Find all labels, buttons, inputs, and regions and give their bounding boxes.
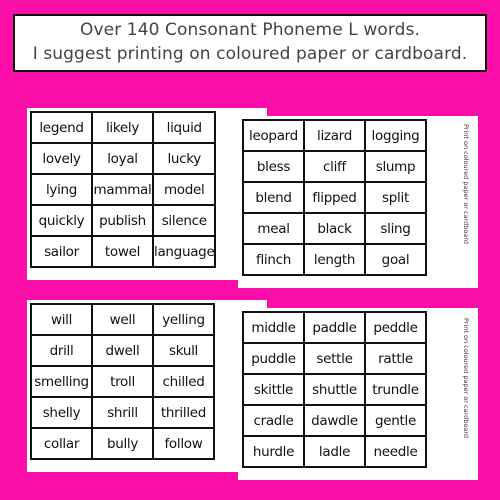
word-cell: length <box>303 243 366 276</box>
word-cell: thrilled <box>152 396 215 429</box>
table-row: skittle shuttle trundle <box>242 373 427 406</box>
word-cell: cliff <box>303 150 366 183</box>
word-card-4: middle paddle peddle puddle settle rattle sk… <box>238 308 478 480</box>
banner-line-2: I suggest printing on coloured paper or … <box>32 44 468 64</box>
word-cell: drill <box>30 334 93 367</box>
print-note: Print on coloured paper or cardboard <box>462 318 470 439</box>
word-cell: needle <box>364 435 427 468</box>
table-row: lovely loyal lucky <box>30 142 217 175</box>
word-cell: logging <box>364 119 427 152</box>
word-cell: legend <box>30 111 93 144</box>
word-cell: yelling <box>152 303 215 336</box>
table-row: hurdle ladle needle <box>242 435 427 468</box>
table-row: shelly shrill thrilled <box>30 396 215 429</box>
word-cell: quickly <box>30 204 93 237</box>
word-grid-3: will well yelling drill dwell skull smelling… <box>30 303 215 460</box>
word-cell: skittle <box>242 373 305 406</box>
table-row: blend flipped split <box>242 181 427 214</box>
word-cell: ladle <box>303 435 366 468</box>
table-row: meal black sling <box>242 212 427 245</box>
word-grid-1: legend likely liquid lovely loyal lucky lyin… <box>30 111 217 268</box>
word-cell: hurdle <box>242 435 305 468</box>
word-cell: leopard <box>242 119 305 152</box>
word-cell: dawdle <box>303 404 366 437</box>
print-note: Print on coloured paper or cardboard <box>462 124 470 245</box>
word-cell: shuttle <box>303 373 366 406</box>
word-cell: shelly <box>30 396 93 429</box>
word-card-2: leopard lizard logging bless cliff slump ble… <box>238 116 478 288</box>
word-cell: flipped <box>303 181 366 214</box>
word-cell: mammal <box>91 173 154 206</box>
word-cell: bless <box>242 150 305 183</box>
word-cell: will <box>30 303 93 336</box>
word-cell: silence <box>151 204 217 237</box>
word-cell: follow <box>152 427 215 460</box>
word-cell: sling <box>364 212 427 245</box>
word-cell: publish <box>91 204 154 237</box>
word-cell: lying <box>30 173 93 206</box>
word-grid-2: leopard lizard logging bless cliff slump ble… <box>242 119 427 276</box>
word-card-3: will well yelling drill dwell skull smelling… <box>27 300 267 472</box>
word-cell: settle <box>303 342 366 375</box>
word-cell: lizard <box>303 119 366 152</box>
word-cell: middle <box>242 311 305 344</box>
word-card-1: legend likely liquid lovely loyal lucky lyin… <box>27 108 267 280</box>
table-row: leopard lizard logging <box>242 119 427 152</box>
word-cell: bully <box>91 427 154 460</box>
word-cell: model <box>151 173 217 206</box>
word-cell: cradle <box>242 404 305 437</box>
word-cell: flinch <box>242 243 305 276</box>
word-cell: peddle <box>364 311 427 344</box>
info-banner: Over 140 Consonant Phoneme L words. I su… <box>13 14 487 72</box>
word-cell: collar <box>30 427 93 460</box>
word-cell: lucky <box>151 142 217 175</box>
word-cell: smelling <box>30 365 93 398</box>
table-row: will well yelling <box>30 303 215 336</box>
word-cell: troll <box>91 365 154 398</box>
word-cell: split <box>364 181 427 214</box>
table-row: puddle settle rattle <box>242 342 427 375</box>
word-cell: dwell <box>91 334 154 367</box>
word-cell: likely <box>91 111 154 144</box>
table-row: sailor towel language <box>30 235 217 268</box>
table-row: legend likely liquid <box>30 111 217 144</box>
word-cell: well <box>91 303 154 336</box>
word-cell: sailor <box>30 235 93 268</box>
table-row: cradle dawdle gentle <box>242 404 427 437</box>
word-cell: paddle <box>303 311 366 344</box>
table-row: flinch length goal <box>242 243 427 276</box>
word-cell: blend <box>242 181 305 214</box>
word-cell: slump <box>364 150 427 183</box>
word-cell: chilled <box>152 365 215 398</box>
word-cell: black <box>303 212 366 245</box>
table-row: drill dwell skull <box>30 334 215 367</box>
table-row: quickly publish silence <box>30 204 217 237</box>
banner-line-1: Over 140 Consonant Phoneme L words. <box>80 20 420 40</box>
word-cell: liquid <box>151 111 217 144</box>
word-cell: language <box>151 235 217 268</box>
word-cell: shrill <box>91 396 154 429</box>
word-cell: towel <box>91 235 154 268</box>
word-cell: skull <box>152 334 215 367</box>
word-cell: goal <box>364 243 427 276</box>
word-cell: loyal <box>91 142 154 175</box>
word-cell: meal <box>242 212 305 245</box>
word-cell: rattle <box>364 342 427 375</box>
word-cell: gentle <box>364 404 427 437</box>
word-grid-4: middle paddle peddle puddle settle rattle sk… <box>242 311 427 468</box>
word-cell: puddle <box>242 342 305 375</box>
table-row: middle paddle peddle <box>242 311 427 344</box>
word-cell: trundle <box>364 373 427 406</box>
table-row: collar bully follow <box>30 427 215 460</box>
word-cell: lovely <box>30 142 93 175</box>
table-row: lying mammal model <box>30 173 217 206</box>
table-row: smelling troll chilled <box>30 365 215 398</box>
table-row: bless cliff slump <box>242 150 427 183</box>
